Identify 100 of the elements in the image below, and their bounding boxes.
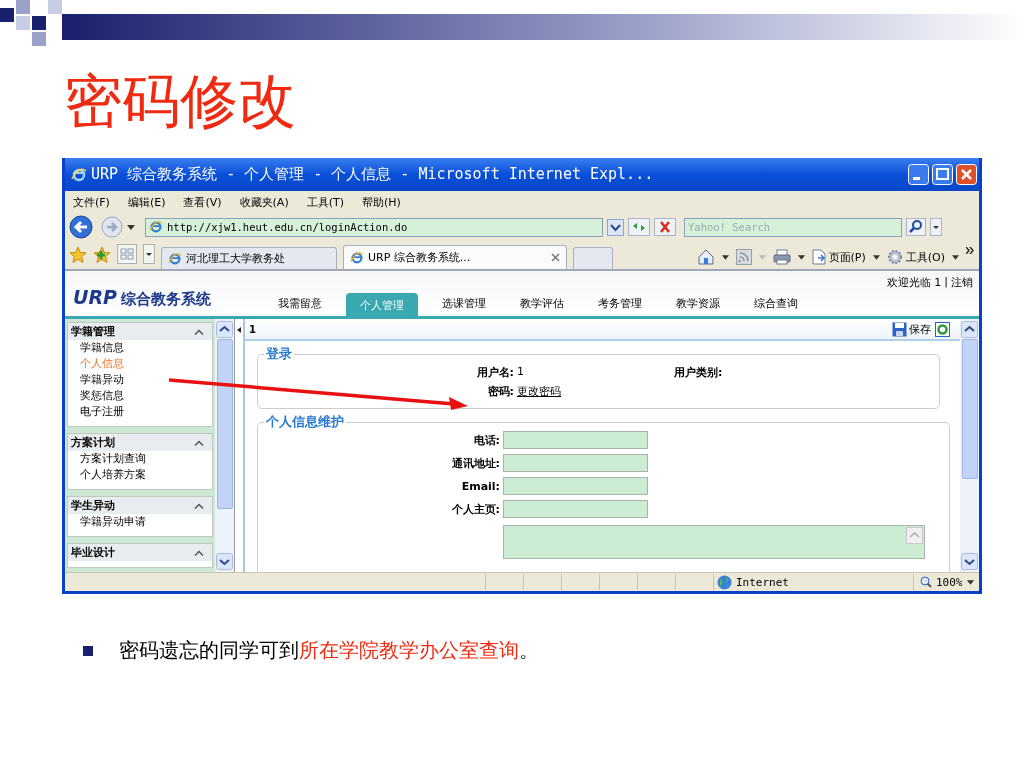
nav-tab[interactable]: 教学资源 bbox=[666, 293, 730, 316]
save-button[interactable]: 保存 bbox=[892, 321, 931, 337]
zoom-icon bbox=[920, 576, 932, 588]
page-menu[interactable]: 页面(P) bbox=[811, 249, 866, 265]
caret-icon[interactable] bbox=[872, 254, 880, 260]
logo-text: 综合教务系统 bbox=[121, 290, 211, 309]
browser-icon bbox=[149, 220, 163, 234]
collapse-icon[interactable] bbox=[194, 502, 204, 509]
browser-tab[interactable]: 河北理工大学教务处 bbox=[161, 247, 337, 269]
change-password-link[interactable]: 更改密码 bbox=[514, 384, 674, 399]
collapse-icon[interactable] bbox=[194, 439, 204, 446]
menu-item[interactable]: 帮助(H) bbox=[362, 194, 401, 210]
nav-tab[interactable]: 教学评估 bbox=[510, 293, 574, 316]
page-number: 1 bbox=[249, 323, 256, 335]
separator: | bbox=[944, 275, 948, 290]
sidebar-item[interactable]: 方案计划查询 bbox=[68, 451, 146, 467]
sidebar-item[interactable]: 电子注册 bbox=[68, 404, 124, 420]
menu-item[interactable]: 工具(T) bbox=[306, 194, 344, 210]
field-label: 个人主页: bbox=[450, 501, 501, 517]
scrollbar[interactable] bbox=[960, 319, 979, 572]
caret-icon[interactable] bbox=[797, 254, 805, 260]
slide-title: 密码修改 bbox=[64, 68, 297, 136]
scroll-up-button[interactable] bbox=[961, 321, 978, 338]
section-legend: 登录 bbox=[264, 345, 294, 363]
logo: URP bbox=[73, 286, 117, 308]
refresh-icon[interactable] bbox=[935, 321, 950, 337]
input-field[interactable] bbox=[503, 500, 648, 518]
tab-label: 河北理工大学教务处 bbox=[186, 251, 285, 266]
field-label: 密码: bbox=[486, 384, 514, 399]
page-icon bbox=[811, 249, 826, 265]
sidebar-item[interactable]: 学籍异动 bbox=[68, 372, 124, 388]
stop-button[interactable] bbox=[654, 218, 676, 236]
minimize-button[interactable] bbox=[908, 164, 929, 185]
menu-item[interactable]: 编辑(E) bbox=[127, 194, 166, 210]
browser-icon bbox=[350, 250, 364, 265]
field-label: Email: bbox=[460, 479, 501, 493]
caret-icon[interactable] bbox=[721, 254, 729, 260]
scroll-thumb[interactable] bbox=[216, 339, 233, 509]
collapse-icon[interactable] bbox=[194, 328, 204, 335]
window-title: URP 综合教务系统 - 个人管理 - 个人信息 - Microsoft Internet Expl... bbox=[91, 165, 654, 184]
scroll-thumb[interactable] bbox=[961, 339, 978, 479]
input-field[interactable] bbox=[503, 454, 648, 472]
tab-list-button[interactable] bbox=[143, 244, 155, 264]
caret-icon[interactable] bbox=[127, 224, 135, 230]
field-label: 用户类别: bbox=[674, 365, 724, 380]
field-label: 用户名: bbox=[475, 365, 514, 380]
gear-icon bbox=[886, 249, 903, 265]
refresh-button[interactable] bbox=[628, 218, 650, 236]
home-icon[interactable] bbox=[696, 248, 715, 266]
menu-item[interactable]: 文件(F) bbox=[73, 194, 110, 210]
browser-icon bbox=[168, 251, 182, 266]
add-favorite-icon[interactable] bbox=[93, 246, 111, 264]
close-tab-icon[interactable] bbox=[551, 253, 560, 262]
tools-menu[interactable]: 工具(O) bbox=[886, 249, 945, 265]
scroll-down-button[interactable] bbox=[216, 553, 233, 570]
nav-tab[interactable]: 选课管理 bbox=[432, 293, 496, 316]
logout-link[interactable]: 注销 bbox=[951, 275, 973, 290]
favorites-star-icon[interactable] bbox=[69, 246, 87, 264]
field-label: 电话: bbox=[472, 432, 501, 448]
caret-icon[interactable] bbox=[930, 218, 942, 236]
field-value: 1 bbox=[516, 365, 525, 380]
caret-icon[interactable] bbox=[952, 254, 959, 260]
splitter-handle[interactable] bbox=[234, 319, 245, 572]
menu-item[interactable]: 收藏夹(A) bbox=[239, 194, 289, 210]
browser-tab[interactable]: URP 综合教务系统... bbox=[343, 245, 567, 269]
print-icon[interactable] bbox=[772, 249, 791, 265]
address-field[interactable]: http://xjw1.heut.edu.cn/loginAction.do bbox=[145, 217, 603, 237]
scroll-down-button[interactable] bbox=[961, 553, 978, 570]
sidebar-item[interactable]: 奖惩信息 bbox=[68, 388, 124, 404]
welcome-text: 欢迎光临 1 bbox=[886, 275, 942, 290]
bullet-icon bbox=[83, 645, 93, 656]
collapse-arrow-icon[interactable] bbox=[237, 327, 241, 333]
close-button[interactable] bbox=[956, 164, 977, 185]
scrollbar[interactable] bbox=[215, 319, 234, 572]
sidebar-item[interactable]: 个人培养方案 bbox=[68, 467, 146, 483]
zoom-level[interactable]: 100% bbox=[913, 574, 1003, 590]
scroll-up-button[interactable] bbox=[216, 321, 233, 338]
feed-icon[interactable] bbox=[735, 249, 752, 265]
save-icon bbox=[892, 321, 907, 337]
tab-label: URP 综合教务系统... bbox=[368, 250, 471, 265]
slide-decoration-drawing bbox=[0, 0, 62, 48]
maximize-button[interactable] bbox=[932, 164, 953, 185]
nav-tab[interactable]: 综合查询 bbox=[744, 293, 808, 316]
collapse-icon[interactable] bbox=[194, 549, 204, 556]
dropdown-button[interactable] bbox=[607, 218, 624, 236]
bullet-text: 密码遗忘的同学可到所在学院教学办公室查询。 bbox=[119, 637, 539, 664]
globe-icon bbox=[717, 574, 732, 590]
nav-tab[interactable]: 我需留意 bbox=[268, 293, 332, 316]
caret-icon[interactable] bbox=[966, 579, 974, 585]
sidebar-item[interactable]: 学籍异动申请 bbox=[68, 514, 146, 530]
menu-item[interactable]: 查看(V) bbox=[183, 194, 222, 210]
nav-tab[interactable]: 考务管理 bbox=[588, 293, 652, 316]
security-zone: Internet bbox=[713, 574, 913, 590]
search-button[interactable] bbox=[906, 218, 926, 236]
input-field[interactable] bbox=[503, 431, 648, 449]
section-legend: 个人信息维护 bbox=[264, 413, 346, 431]
browser-icon bbox=[71, 166, 87, 183]
input-field[interactable] bbox=[503, 477, 648, 495]
chevron-icon[interactable] bbox=[966, 247, 975, 254]
sidebar-item[interactable]: 学籍信息 bbox=[68, 340, 124, 356]
